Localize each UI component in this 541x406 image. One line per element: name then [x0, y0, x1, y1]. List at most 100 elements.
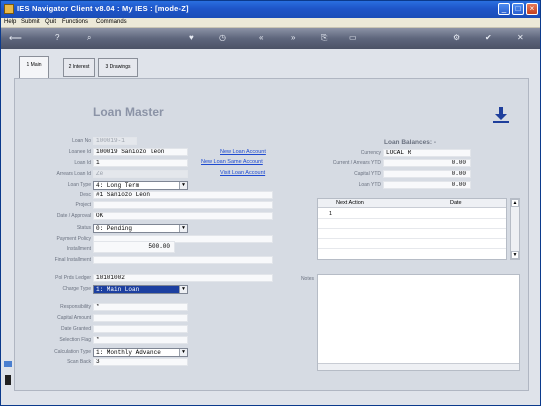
menu-functions[interactable]: Functions — [62, 19, 88, 25]
page-title: Loan Master — [93, 105, 164, 119]
app-logo-icon — [4, 4, 14, 14]
charge-type-select[interactable]: 1: Main Loan ▼ — [93, 285, 188, 294]
table-row[interactable] — [318, 219, 506, 229]
status-select[interactable]: 0: Pending ▼ — [93, 224, 188, 233]
app-window: IES Navigator Client v8.04 : My IES : [m… — [0, 0, 541, 406]
currency-field: LOCAL R — [383, 149, 471, 157]
chevron-down-icon[interactable]: ▼ — [179, 349, 187, 356]
capital-ytd-label: Capital YTD — [354, 171, 381, 177]
menu-commands[interactable]: Commands — [96, 19, 127, 25]
loan-ytd-label: Loan YTD — [358, 182, 381, 188]
new-loan-same-account-link[interactable]: New Loan Same Account — [201, 159, 263, 165]
calculation-type-select[interactable]: 1: Monthly Advance ▼ — [93, 348, 188, 357]
loanee-id-field[interactable]: 100019 Saniozo leon — [93, 148, 188, 156]
status-label: Status — [76, 225, 91, 231]
toolbar: ⟵ ? ⌕ ♥ ◷ « » ⎘ ▭ ⚙ ✔ ✕ — [1, 28, 540, 49]
clock-icon[interactable]: ◷ — [219, 33, 226, 43]
final-installment-field[interactable] — [93, 256, 273, 264]
loan-type-value: 4: Long Term — [96, 182, 140, 189]
loan-id-label: Loan Id — [74, 160, 91, 166]
loan-type-label: Loan Type — [67, 182, 91, 188]
document-icon[interactable] — [5, 375, 11, 385]
project-label: Project — [75, 202, 91, 208]
scan-back-field[interactable]: 3 — [93, 358, 188, 366]
rewind-icon[interactable]: « — [259, 33, 263, 43]
notes-horizontal-scrollbar[interactable] — [318, 363, 519, 370]
table-row[interactable]: 1 — [318, 209, 506, 219]
tab-interest[interactable]: 2 Interest — [63, 58, 95, 77]
chevron-down-icon[interactable]: ▼ — [179, 225, 187, 232]
minimize-button[interactable]: _ — [498, 3, 510, 15]
date-granted-label: Date Granted — [60, 326, 91, 332]
calculation-type-label: Calculation Type — [54, 349, 91, 355]
tab-drawings[interactable]: 3 Drawings — [98, 58, 138, 77]
close-window-button[interactable]: × — [526, 3, 538, 15]
window-title: IES Navigator Client v8.04 : My IES : [m… — [17, 4, 189, 13]
forward-icon[interactable]: » — [291, 33, 295, 43]
installment-label: Installment — [66, 246, 91, 252]
grid-scrollbar[interactable]: ▲ ▼ — [510, 198, 520, 260]
document-icon[interactable]: ▭ — [349, 33, 357, 43]
notes-textarea[interactable] — [317, 274, 520, 371]
scroll-down-icon[interactable]: ▼ — [511, 251, 519, 259]
copy-icon[interactable]: ⎘ — [321, 33, 327, 43]
chevron-down-icon[interactable]: ▼ — [179, 286, 187, 293]
table-row[interactable] — [318, 229, 506, 239]
download-icon[interactable] — [492, 106, 510, 124]
final-installment-label: Final Installment — [54, 257, 91, 263]
new-loan-account-link[interactable]: New Loan Account — [220, 149, 266, 155]
selection-flag-field[interactable]: * — [93, 336, 188, 344]
title-bar: IES Navigator Client v8.04 : My IES : [m… — [1, 1, 540, 18]
close-icon[interactable]: ✕ — [517, 33, 524, 43]
loan-no-label: Loan No — [72, 138, 91, 144]
capital-amount-field[interactable] — [93, 314, 188, 322]
table-row[interactable] — [318, 249, 506, 259]
installment-field[interactable]: 500.00 — [93, 241, 175, 253]
loan-id-field[interactable]: 1 — [93, 159, 188, 167]
payment-policy-label: Payment Policy — [56, 236, 91, 242]
menu-submit[interactable]: Submit — [21, 19, 40, 25]
window-icon[interactable] — [4, 361, 12, 367]
gear-icon[interactable]: ⚙ — [453, 33, 460, 43]
currency-label: Currency — [360, 150, 381, 156]
menu-quit[interactable]: Quit — [45, 19, 56, 25]
responsibility-field[interactable]: * — [93, 303, 188, 311]
tab-main[interactable]: 1 Main — [19, 56, 49, 78]
tab-strip: 1 Main 2 Interest 3 Drawings — [14, 56, 529, 80]
table-row[interactable] — [318, 239, 506, 249]
loan-type-select[interactable]: 4: Long Term ▼ — [93, 181, 188, 190]
search-icon[interactable]: ⌕ — [87, 33, 91, 43]
next-action-grid[interactable]: Next Action Date 1 — [317, 198, 507, 260]
responsibility-label: Responsibility — [60, 304, 91, 310]
arrears-loan-id-field[interactable]: Ze — [93, 170, 188, 178]
loan-balances-title: Loan Balances: - — [384, 139, 437, 146]
date-approval-field[interactable]: OK — [93, 212, 273, 220]
visit-loan-account-link[interactable]: Visit Loan Account — [220, 170, 265, 176]
col-next-action[interactable]: Next Action — [336, 200, 364, 206]
current-arrears-ytd-label: Current / Arrears YTD — [332, 160, 381, 166]
notes-label: Notes — [300, 276, 314, 282]
arrears-loan-id-label: Arrears Loan Id — [56, 171, 91, 177]
heart-icon[interactable]: ♥ — [189, 33, 194, 43]
current-arrears-ytd-field: 0.00 — [383, 159, 471, 167]
col-date[interactable]: Date — [450, 200, 462, 206]
check-icon[interactable]: ✔ — [485, 33, 492, 43]
help-icon[interactable]: ? — [55, 33, 59, 43]
menu-help[interactable]: Help — [4, 19, 16, 25]
back-arrow-icon[interactable]: ⟵ — [9, 33, 22, 43]
chevron-down-icon[interactable]: ▼ — [179, 182, 187, 189]
calculation-type-value: 1: Monthly Advance — [96, 349, 161, 356]
scroll-up-icon[interactable]: ▲ — [511, 199, 519, 207]
scan-back-label: Scan Back — [67, 359, 91, 365]
loan-ytd-field: 0.00 — [383, 181, 471, 189]
maximize-button[interactable]: □ — [512, 3, 524, 15]
charge-type-label: Charge Type — [62, 286, 91, 292]
selection-flag-label: Selection Flag — [59, 337, 91, 343]
grid-header: Next Action Date — [318, 199, 506, 208]
desc-label: Desc — [79, 192, 91, 198]
date-granted-field[interactable] — [93, 325, 188, 333]
capital-amount-label: Capital Amount — [57, 315, 91, 321]
loanee-id-label: Loanee Id — [68, 149, 91, 155]
desc-field[interactable]: #1 Saniozo Leon — [93, 191, 273, 199]
project-field[interactable] — [93, 201, 273, 209]
